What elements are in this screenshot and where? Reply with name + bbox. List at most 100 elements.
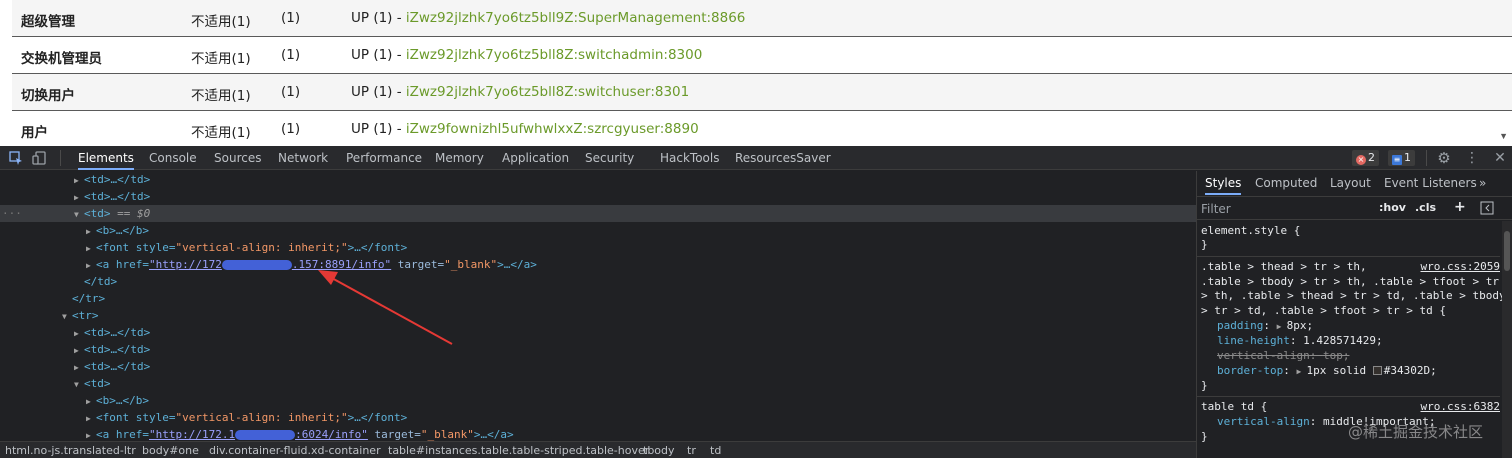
breadcrumb-item[interactable]: body#one <box>142 442 199 458</box>
breadcrumb-item[interactable]: td <box>710 442 721 458</box>
breadcrumb-item[interactable]: div.container-fluid.xd-container <box>209 442 381 458</box>
breadcrumb-item[interactable]: table#instances.table.table-striped.tabl… <box>388 442 649 458</box>
status-cell: 不适用(1) <box>191 88 251 104</box>
more-tabs-icon[interactable]: » <box>1479 171 1486 195</box>
href-link[interactable]: "http://172 <box>149 258 222 271</box>
dom-node-font[interactable]: ▶ <font style="vertical-align: inherit;">… <box>0 239 1196 256</box>
css-declaration-padding[interactable]: padding: ▶ 8px; <box>1217 319 1313 335</box>
app-name-cell: 交换机管理员 <box>21 51 102 67</box>
dom-node-td[interactable]: ▶ <td>…</td> <box>0 341 1196 358</box>
instances-cell: UP (1) - iZwz9fownizhl5ufwhwlxxZ:szrcgyu… <box>351 121 699 137</box>
up-status: UP (1) - <box>351 84 406 100</box>
status-cell: 不适用(1) <box>191 125 251 141</box>
devtools-window: Elements Console Sources Network Perform… <box>0 146 1512 458</box>
rule-selector-line: table td { <box>1201 400 1268 413</box>
watermark: @稀土掘金技术社区 <box>1348 423 1484 441</box>
toolbar-divider <box>1426 150 1427 166</box>
tab-network[interactable]: Network <box>278 146 328 170</box>
dom-node-td[interactable]: ▼ <td> <box>0 375 1196 392</box>
dom-node-td[interactable]: ▶ <td>…</td> <box>0 171 1196 188</box>
new-rule-plus-icon[interactable]: + <box>1454 199 1466 215</box>
instance-link[interactable]: iZwz9fownizhl5ufwhwlxxZ:szrcgyuser:8890 <box>406 121 699 137</box>
up-status: UP (1) - <box>351 10 406 26</box>
href-link[interactable]: .157:8891/info" <box>292 258 391 271</box>
breadcrumb-item[interactable]: html.no-js.translated-ltr <box>5 442 136 458</box>
tab-memory[interactable]: Memory <box>435 146 484 170</box>
instance-link[interactable]: iZwz92jlzhk7yo6tz5bll8Z:switchadmin:8300 <box>406 47 702 63</box>
redaction-mark <box>221 260 292 270</box>
up-status: UP (1) - <box>351 121 406 137</box>
tab-sources[interactable]: Sources <box>214 146 261 170</box>
dom-node-b[interactable]: ▶ <b>…</b> <box>0 222 1196 239</box>
color-swatch-icon[interactable] <box>1372 366 1382 375</box>
dom-node-td[interactable]: ▶ <td>…</td> <box>0 358 1196 375</box>
tab-event-listeners[interactable]: Event Listeners <box>1384 171 1477 195</box>
error-badge[interactable]: × 2 <box>1352 150 1379 166</box>
css-source-link[interactable]: wro.css:2059 <box>1421 260 1500 273</box>
breadcrumb-item[interactable]: tr <box>687 442 696 458</box>
rule-selector-line: .table > tbody > tr > th, .table > tfoot… <box>1201 274 1500 288</box>
tab-layout[interactable]: Layout <box>1330 171 1371 195</box>
rule-close-brace: } <box>1201 379 1208 392</box>
styles-filter-bar: :hov .cls + <box>1197 196 1512 220</box>
inspect-element-icon[interactable] <box>8 150 24 166</box>
scroll-down-arrow-icon[interactable]: ▼ <box>1499 131 1508 141</box>
app-name-cell: 超级管理 <box>21 14 75 30</box>
dom-node-tr-close[interactable]: </tr> <box>0 290 1196 307</box>
hover-state-button[interactable]: :hov <box>1379 201 1406 214</box>
class-toggle-button[interactable]: .cls <box>1415 201 1436 214</box>
tab-performance[interactable]: Performance <box>346 146 422 170</box>
elements-dom-tree: ▶ <td>…</td> ▶ <td>…</td> ··· ▼ <td> == $0 ▶… <box>0 171 1196 441</box>
styles-scrollbar[interactable] <box>1502 221 1512 458</box>
device-toolbar-icon[interactable] <box>32 150 48 166</box>
dom-node-a[interactable]: ▶ <a href="http://172.157:8891/info" targ… <box>0 256 1196 273</box>
message-count: 1 <box>1404 151 1411 164</box>
tab-resourcessaver[interactable]: ResourcesSaver <box>735 146 831 170</box>
css-declaration-line-height[interactable]: line-height: 1.428571429; <box>1217 334 1383 349</box>
dom-node-tr[interactable]: ▼ <tr> <box>0 307 1196 324</box>
up-status: UP (1) - <box>351 47 406 63</box>
message-badge[interactable]: ≡ 1 <box>1388 150 1415 166</box>
tab-computed[interactable]: Computed <box>1255 171 1317 195</box>
tab-hacktools[interactable]: HackTools <box>660 146 719 170</box>
styles-filter-input[interactable] <box>1201 200 1367 218</box>
tab-elements[interactable]: Elements <box>78 146 134 170</box>
instance-link[interactable]: iZwz92jlzhk7yo6tz5bll8Z:switchuser:8301 <box>406 84 689 100</box>
close-devtools-icon[interactable]: ✕ <box>1492 150 1508 166</box>
scroll-thumb[interactable] <box>1504 231 1510 271</box>
toggle-sidebar-icon[interactable] <box>1480 201 1494 218</box>
dom-node-td-selected[interactable]: ··· ▼ <td> == $0 <box>0 205 1196 222</box>
tab-security[interactable]: Security <box>585 146 634 170</box>
more-options-icon[interactable]: ⋮ <box>1464 150 1480 166</box>
app-name-cell: 切换用户 <box>21 88 75 104</box>
devtools-toolbar: Elements Console Sources Network Perform… <box>0 146 1512 170</box>
element-style-rule[interactable]: element.style { <box>1201 224 1300 239</box>
tab-application[interactable]: Application <box>502 146 569 170</box>
tab-styles[interactable]: Styles <box>1205 171 1242 195</box>
css-source-link[interactable]: wro.css:6382 <box>1421 400 1500 413</box>
dom-node-font[interactable]: ▶ <font style="vertical-align: inherit;">… <box>0 409 1196 426</box>
rule-close-brace: } <box>1201 430 1208 443</box>
error-count: 2 <box>1368 151 1375 164</box>
css-declaration-vertical-align-overridden[interactable]: vertical-align: top; <box>1217 349 1349 364</box>
styles-sidebar: Styles Computed Layout Event Listeners »… <box>1196 171 1512 458</box>
instances-table: 超级管理 不适用(1) (1) UP (1) - iZwz92jlzhk7yo6… <box>12 0 1512 146</box>
dom-node-td[interactable]: ▶ <td>…</td> <box>0 324 1196 341</box>
count-cell: (1) <box>281 10 301 26</box>
instance-link[interactable]: iZwz92jlzhk7yo6tz5bll9Z:SuperManagement:… <box>406 10 746 26</box>
redaction-mark <box>235 430 296 440</box>
dom-node-td[interactable]: ▶ <td>…</td> <box>0 188 1196 205</box>
breadcrumb-item[interactable]: tbody <box>643 442 675 458</box>
dom-node-td-close[interactable]: </td> <box>0 273 1196 290</box>
rule-selector-line: > tr > td, .table > tfoot > tr > td { <box>1201 303 1447 317</box>
dom-node-a[interactable]: ▶ <a href="http://172.1:6024/info" target… <box>0 426 1196 441</box>
dom-node-b[interactable]: ▶ <b>…</b> <box>0 392 1196 409</box>
tab-console[interactable]: Console <box>149 146 197 170</box>
settings-gear-icon[interactable]: ⚙ <box>1436 150 1452 166</box>
href-link[interactable]: "http://172.1 <box>149 428 235 441</box>
instances-cell: UP (1) - iZwz92jlzhk7yo6tz5bll8Z:switchu… <box>351 84 689 100</box>
href-link[interactable]: :6024/info" <box>295 428 368 441</box>
message-icon: ≡ <box>1392 155 1402 165</box>
status-cell: 不适用(1) <box>191 51 251 67</box>
css-declaration-border-top[interactable]: border-top: ▶ 1px solid #34302D; <box>1217 364 1437 380</box>
